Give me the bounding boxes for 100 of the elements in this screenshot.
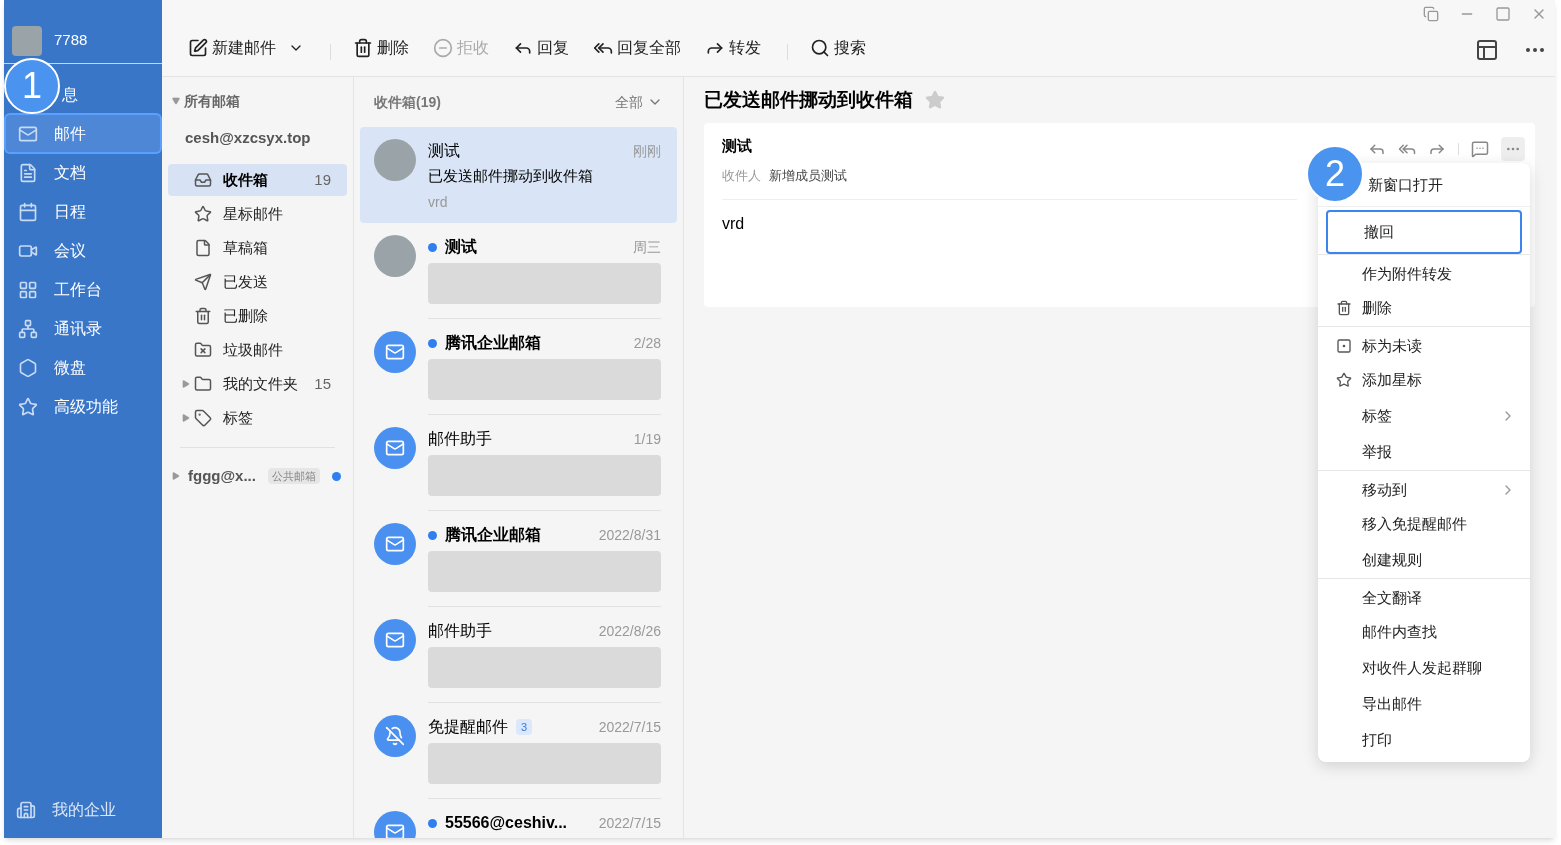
expand-caret-icon[interactable] bbox=[172, 472, 180, 480]
layout-icon[interactable] bbox=[1475, 38, 1499, 62]
nav-icon bbox=[18, 396, 38, 417]
message-time: 刚刚 bbox=[633, 141, 661, 161]
message-item[interactable]: 腾讯企业邮箱 2/28 bbox=[360, 319, 677, 415]
folder-item[interactable]: 已发送 bbox=[168, 266, 347, 298]
toolbar-button[interactable]: 新建邮件 bbox=[178, 36, 314, 60]
folder-icon bbox=[194, 239, 212, 257]
toolbar-button[interactable]: 转发 bbox=[695, 36, 771, 60]
nav-item[interactable]: 邮件 bbox=[6, 115, 160, 152]
toolbar-button[interactable]: 删除 bbox=[343, 36, 419, 60]
message-time: 2022/7/15 bbox=[598, 813, 661, 833]
nav-item[interactable]: 通讯录 bbox=[6, 310, 160, 347]
folder-count: 19 bbox=[314, 169, 331, 190]
recipient-name: 新增成员测试 bbox=[769, 166, 847, 185]
folder-icon bbox=[194, 171, 212, 189]
nav-item[interactable]: 微盘 bbox=[6, 349, 160, 386]
folder-count: 15 bbox=[314, 373, 331, 394]
maximize-icon[interactable] bbox=[1495, 6, 1511, 22]
folder-icon bbox=[194, 307, 212, 325]
menu-item[interactable]: 添加星标 bbox=[1318, 362, 1530, 398]
menu-item[interactable]: 撤回 bbox=[1326, 210, 1522, 254]
list-title: 收件箱(19) bbox=[374, 92, 441, 112]
email-body: vrd bbox=[722, 214, 745, 234]
folder-item[interactable]: 已删除 bbox=[168, 300, 347, 332]
toolbar-button[interactable]: 回复全部 bbox=[583, 36, 691, 60]
message-item[interactable]: 腾讯企业邮箱 2022/8/31 bbox=[360, 511, 677, 607]
menu-item[interactable]: 删除 bbox=[1318, 290, 1530, 326]
user-avatar-placeholder[interactable] bbox=[12, 25, 42, 56]
message-item[interactable]: 测试 周三 bbox=[360, 223, 677, 319]
message-item[interactable]: 邮件助手 2022/8/26 bbox=[360, 607, 677, 703]
nav-item[interactable]: 工作台 bbox=[6, 271, 160, 308]
folder-item[interactable]: 垃圾邮件 bbox=[168, 334, 347, 366]
chat-icon[interactable] bbox=[1471, 140, 1489, 158]
expand-caret-icon[interactable] bbox=[182, 380, 190, 388]
message-time: 2022/8/31 bbox=[598, 525, 661, 545]
message-item[interactable]: 55566@ceshiv... 2022/7/15 bbox=[360, 799, 677, 838]
menu-item[interactable]: 举报 bbox=[1318, 434, 1530, 470]
menu-item[interactable]: 移动到 bbox=[1318, 470, 1530, 506]
sender-name: 测试 bbox=[445, 237, 477, 257]
nav-icon bbox=[18, 357, 38, 378]
star-icon bbox=[1336, 372, 1352, 388]
restore-window-icon[interactable] bbox=[1423, 6, 1439, 22]
nav-item[interactable]: 文档 bbox=[6, 154, 160, 191]
minus-circle-icon bbox=[433, 38, 453, 58]
menu-item[interactable]: 创建规则 bbox=[1318, 542, 1530, 578]
nav-footer-link[interactable]: 我的企业 bbox=[52, 798, 116, 822]
folder-item[interactable]: 标签 bbox=[168, 402, 347, 434]
trash-icon bbox=[1336, 300, 1352, 316]
menu-item[interactable]: 全文翻译 bbox=[1318, 578, 1530, 614]
menu-item[interactable]: 对收件人发起群聊 bbox=[1318, 650, 1530, 686]
nav-item[interactable]: 日程 bbox=[6, 193, 160, 230]
message-time: 1/19 bbox=[633, 429, 661, 449]
toolbar-button[interactable]: 回复 bbox=[503, 36, 579, 60]
nav-item[interactable]: 会议 bbox=[6, 232, 160, 269]
search-icon bbox=[810, 38, 830, 58]
message-time: 2022/8/26 bbox=[598, 621, 661, 641]
menu-item[interactable]: 移入免提醒邮件 bbox=[1318, 506, 1530, 542]
menu-item[interactable]: 打印 bbox=[1318, 722, 1530, 758]
menu-item[interactable]: 标签 bbox=[1318, 398, 1530, 434]
message-preview: vrd bbox=[428, 192, 449, 212]
menu-item[interactable]: 新窗口打开 bbox=[1368, 167, 1530, 203]
nav-item[interactable]: 息 bbox=[62, 76, 160, 113]
folder-item[interactable]: 我的文件夹 15 bbox=[168, 368, 347, 400]
filter-dropdown[interactable]: 全部 bbox=[615, 91, 663, 113]
more-button[interactable] bbox=[1501, 137, 1525, 161]
star-icon[interactable] bbox=[925, 90, 945, 110]
expand-caret-icon[interactable] bbox=[182, 414, 190, 422]
folder-icon bbox=[194, 375, 212, 393]
sender-name: 测试 bbox=[722, 136, 752, 156]
folder-icon bbox=[194, 341, 212, 359]
unread-square-icon bbox=[1336, 338, 1352, 354]
folder-icon bbox=[194, 205, 212, 223]
account-name[interactable]: fggg@x... bbox=[188, 464, 256, 488]
toolbar-button[interactable]: 搜索 bbox=[800, 36, 876, 60]
sender-name: 测试 bbox=[428, 141, 460, 161]
nav-item[interactable]: 高级功能 bbox=[6, 388, 160, 425]
sender-name: 免提醒邮件 bbox=[428, 717, 508, 737]
message-item[interactable]: 邮件助手 1/19 bbox=[360, 415, 677, 511]
sender-name: 55566@ceshiv... bbox=[445, 813, 568, 833]
menu-item[interactable]: 标为未读 bbox=[1318, 326, 1530, 362]
message-item[interactable]: 测试 刚刚 已发送邮件挪动到收件箱 vrd bbox=[360, 127, 677, 223]
message-item[interactable]: 免提醒邮件 3 2022/7/15 bbox=[360, 703, 677, 799]
folder-item[interactable]: 收件箱 19 bbox=[168, 164, 347, 196]
menu-item[interactable]: 导出邮件 bbox=[1318, 686, 1530, 722]
nav-icon bbox=[18, 318, 38, 339]
message-time: 周三 bbox=[633, 237, 661, 257]
folder-item[interactable]: 草稿箱 bbox=[168, 232, 347, 264]
message-time: 2022/7/15 bbox=[598, 717, 661, 737]
sender-name: 邮件助手 bbox=[428, 621, 492, 641]
menu-item[interactable]: 邮件内查找 bbox=[1318, 614, 1530, 650]
message-time: 2/28 bbox=[633, 333, 661, 353]
menu-item[interactable]: 作为附件转发 bbox=[1318, 254, 1530, 290]
user-name: 7788 bbox=[54, 30, 88, 51]
sender-name: 邮件助手 bbox=[428, 429, 492, 449]
nav-icon bbox=[18, 279, 38, 300]
folder-item[interactable]: 星标邮件 bbox=[168, 198, 347, 230]
nav-icon bbox=[18, 201, 38, 222]
trash-icon bbox=[353, 38, 373, 58]
collapse-caret-icon[interactable] bbox=[172, 97, 180, 105]
